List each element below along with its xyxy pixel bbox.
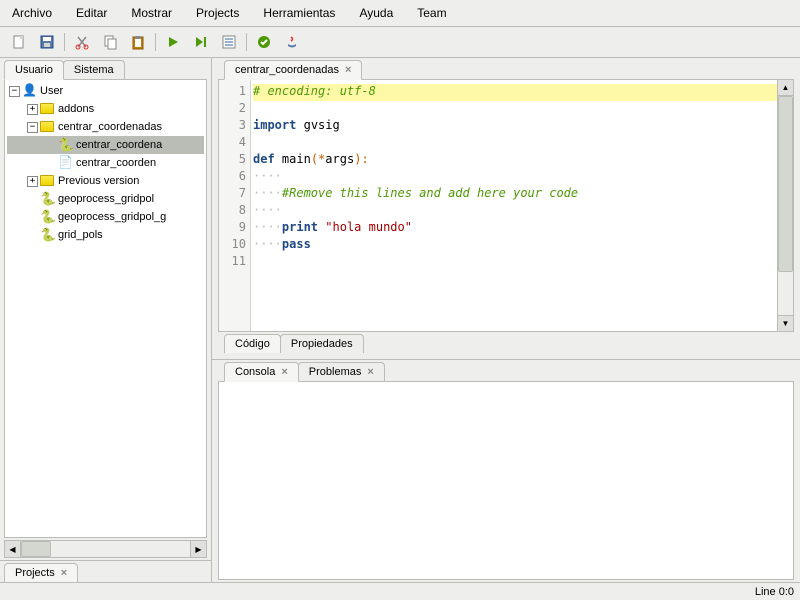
tab-sistema[interactable]: Sistema: [63, 60, 125, 79]
editor-vscrollbar[interactable]: ▲ ▼: [777, 80, 793, 331]
tree-addons[interactable]: +addons: [7, 100, 204, 118]
code-editor[interactable]: 1234567891011 # encoding: utf-8 import g…: [218, 79, 794, 332]
tree-geo2[interactable]: 🐍geoprocess_gridpol_g: [7, 208, 204, 226]
python-icon: 🐍: [40, 227, 56, 243]
close-icon[interactable]: ×: [61, 567, 67, 579]
run-icon[interactable]: [162, 31, 184, 53]
menubar: Archivo Editar Mostrar Projects Herramie…: [0, 0, 800, 27]
menu-herramientas[interactable]: Herramientas: [251, 2, 347, 24]
toolbar: [0, 27, 800, 58]
editor-region: centrar_coordenadas× 1234567891011 # enc…: [212, 58, 800, 353]
tree-centrar-py[interactable]: 🐍centrar_coordena: [7, 136, 204, 154]
editor-file-tab[interactable]: centrar_coordenadas×: [224, 60, 362, 80]
tree-geo1[interactable]: 🐍geoprocess_gridpol: [7, 190, 204, 208]
menu-projects[interactable]: Projects: [184, 2, 251, 24]
left-bottom-tabs: Projects×: [0, 560, 211, 582]
copy-icon[interactable]: [99, 31, 121, 53]
python-icon: 🐍: [40, 191, 56, 207]
tab-propiedades[interactable]: Propiedades: [280, 334, 364, 353]
tab-consola[interactable]: Consola×: [224, 362, 299, 382]
data-file-icon: 📄: [58, 155, 74, 171]
left-tabs: Usuario Sistema: [0, 60, 211, 79]
status-bar: Line 0:0: [0, 582, 800, 600]
tab-usuario[interactable]: Usuario: [4, 60, 64, 80]
menu-archivo[interactable]: Archivo: [0, 2, 64, 24]
tree-hscrollbar[interactable]: ◀ ▶: [4, 540, 207, 558]
left-panel: Usuario Sistema −👤User +addons −centrar_…: [0, 58, 212, 582]
console-output[interactable]: [218, 381, 794, 580]
console-region: Consola× Problemas×: [212, 359, 800, 582]
new-file-icon[interactable]: [8, 31, 30, 53]
right-area: centrar_coordenadas× 1234567891011 # enc…: [212, 58, 800, 582]
scroll-up-icon[interactable]: ▲: [778, 80, 793, 96]
folder-icon: [40, 101, 56, 117]
tree-centrar-other[interactable]: 📄centrar_coorden: [7, 154, 204, 172]
file-tree[interactable]: −👤User +addons −centrar_coordenadas 🐍cen…: [4, 79, 207, 538]
close-icon[interactable]: ×: [367, 366, 373, 378]
scroll-right-icon[interactable]: ▶: [190, 541, 206, 557]
tab-projects[interactable]: Projects×: [4, 563, 78, 582]
java-icon[interactable]: [281, 31, 303, 53]
scroll-down-icon[interactable]: ▼: [778, 315, 793, 331]
tab-problemas[interactable]: Problemas×: [298, 362, 385, 381]
console-tabs: Consola× Problemas×: [212, 362, 800, 381]
save-icon[interactable]: [36, 31, 58, 53]
paste-icon[interactable]: [127, 31, 149, 53]
scroll-left-icon[interactable]: ◀: [5, 541, 21, 557]
tree-grid[interactable]: 🐍grid_pols: [7, 226, 204, 244]
tree-root-user[interactable]: −👤User: [7, 82, 204, 100]
menu-ayuda[interactable]: Ayuda: [347, 2, 405, 24]
editor-bottom-tabs: Código Propiedades: [212, 332, 800, 353]
close-icon[interactable]: ×: [281, 366, 287, 378]
close-icon[interactable]: ×: [345, 64, 351, 76]
check-icon[interactable]: [253, 31, 275, 53]
editor-tabs: centrar_coordenadas×: [212, 60, 800, 79]
folder-icon: [40, 119, 56, 135]
menu-editar[interactable]: Editar: [64, 2, 119, 24]
menu-mostrar[interactable]: Mostrar: [119, 2, 184, 24]
python-icon: 🐍: [40, 209, 56, 225]
run-alt-icon[interactable]: [190, 31, 212, 53]
tree-previous[interactable]: +Previous version: [7, 172, 204, 190]
folder-icon: [40, 173, 56, 189]
main-area: Usuario Sistema −👤User +addons −centrar_…: [0, 58, 800, 582]
cursor-position: Line 0:0: [755, 586, 794, 598]
line-gutter: 1234567891011: [219, 80, 251, 331]
user-icon: 👤: [22, 83, 38, 99]
tab-codigo[interactable]: Código: [224, 334, 281, 353]
python-icon: 🐍: [58, 137, 74, 153]
tree-centrar-folder[interactable]: −centrar_coordenadas: [7, 118, 204, 136]
list-icon[interactable]: [218, 31, 240, 53]
menu-team[interactable]: Team: [405, 2, 458, 24]
code-content[interactable]: # encoding: utf-8 import gvsig def main(…: [251, 80, 777, 331]
cut-icon[interactable]: [71, 31, 93, 53]
